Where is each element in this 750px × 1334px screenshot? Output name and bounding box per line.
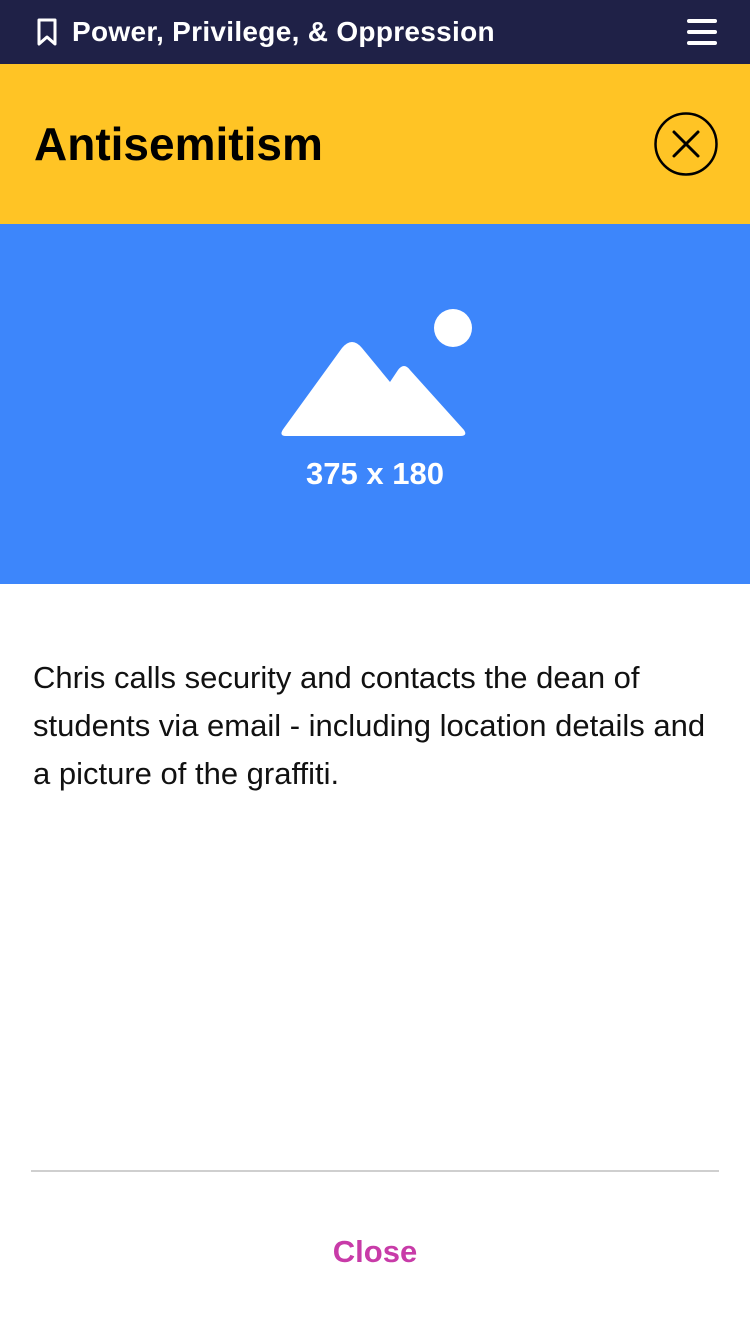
modal-header: Antisemitism (0, 64, 750, 224)
top-navigation-bar: Power, Privilege, & Oppression (0, 0, 750, 64)
course-title: Power, Privilege, & Oppression (72, 16, 495, 47)
scenario-text: Chris calls security and contacts the de… (33, 660, 706, 791)
page-title: Antisemitism (34, 118, 323, 170)
close-button[interactable]: Close (0, 1222, 750, 1282)
placeholder-dimensions-label: 375 x 180 (306, 456, 444, 491)
app-root: Power, Privilege, & Oppression Antisemit… (0, 0, 750, 1334)
hamburger-menu-icon[interactable] (686, 17, 718, 47)
close-circle-icon[interactable] (654, 112, 718, 176)
divider (31, 1170, 719, 1172)
bookmark-icon[interactable] (34, 17, 60, 47)
image-placeholder: 375 x 180 (0, 224, 750, 584)
image-icon (281, 309, 472, 436)
